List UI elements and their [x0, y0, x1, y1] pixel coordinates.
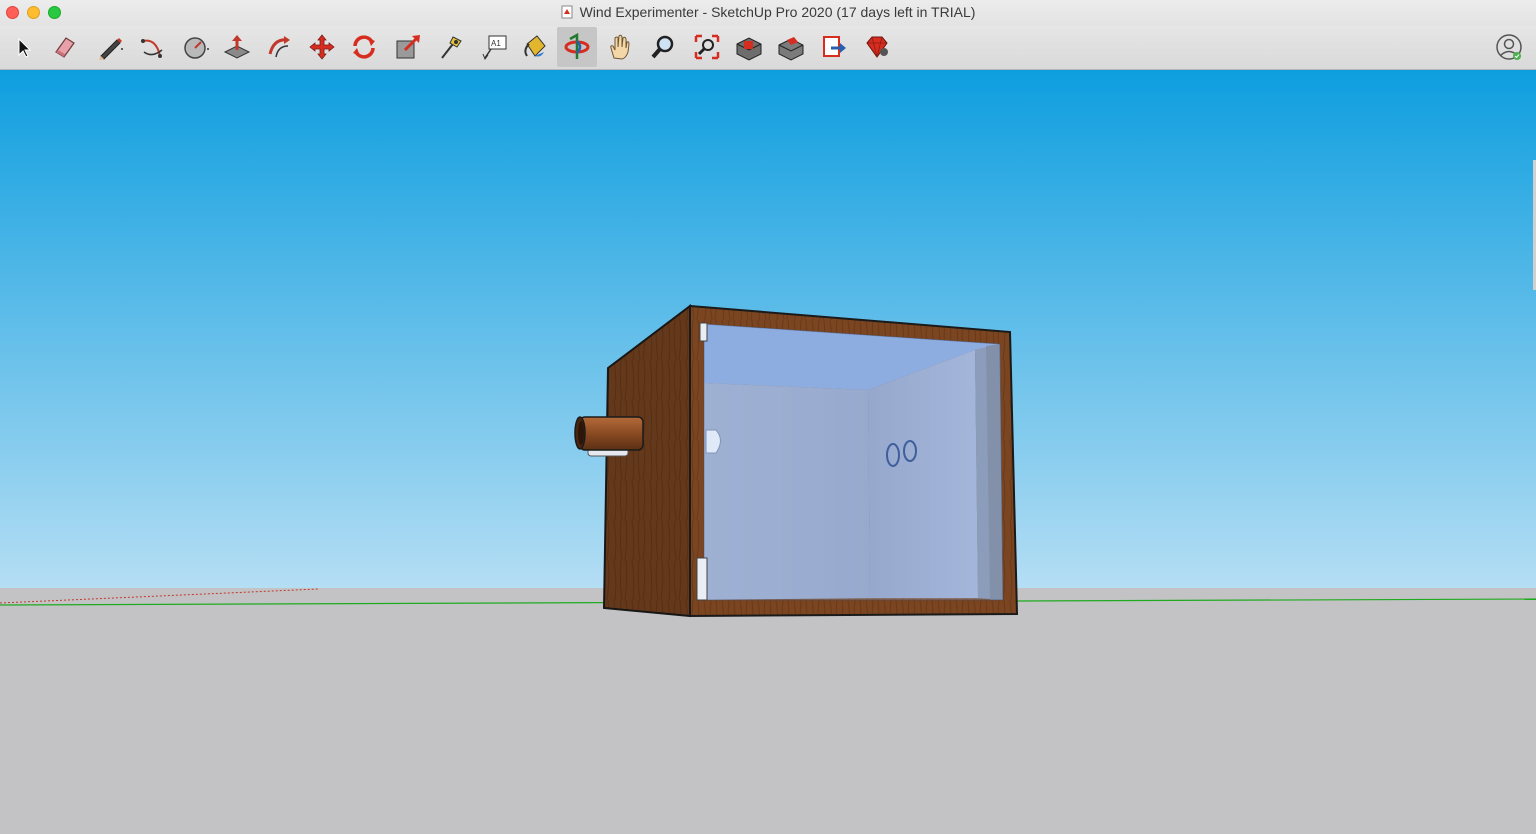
- push-pull-icon: [223, 35, 251, 59]
- move-tool-button[interactable]: [302, 27, 342, 67]
- layout-icon: [823, 36, 846, 57]
- extension-warehouse-icon: [778, 37, 804, 61]
- eraser-icon: [55, 37, 75, 58]
- text-label-icon: A1: [482, 35, 507, 61]
- model-viewport[interactable]: [0, 70, 1536, 834]
- scale-tool-button[interactable]: [388, 27, 428, 67]
- ground-plane: [0, 588, 1536, 834]
- top-hinge: [699, 322, 708, 342]
- tape-measure-tool-button[interactable]: [431, 27, 471, 67]
- bottom-hinge: [696, 557, 708, 601]
- pencil-icon: [99, 38, 123, 60]
- user-account-icon: [1496, 34, 1522, 60]
- glass-door: [703, 323, 1004, 601]
- extension-warehouse-tool-button[interactable]: [771, 27, 811, 67]
- pan-tool-button[interactable]: [600, 27, 640, 67]
- window-title-container: Wind Experimenter - SketchUp Pro 2020 (1…: [0, 4, 1536, 20]
- title-bar: Wind Experimenter - SketchUp Pro 2020 (1…: [0, 0, 1536, 26]
- warehouse-icon: [736, 37, 762, 61]
- arrow-cursor-icon: [18, 37, 32, 58]
- zoom-extents-icon: [694, 34, 720, 60]
- offset-tool-button[interactable]: [259, 27, 299, 67]
- rotate-icon: [353, 35, 375, 59]
- shapes-tool-button[interactable]: [176, 27, 216, 67]
- scene-canvas: [0, 70, 1536, 834]
- ruby-gem-icon: [866, 36, 888, 58]
- document-icon: [561, 5, 573, 19]
- 3d-warehouse-tool-button[interactable]: [729, 27, 769, 67]
- extension-manager-tool-button[interactable]: [857, 27, 897, 67]
- magnifier-icon: [651, 35, 674, 59]
- tape-measure-icon: [441, 36, 462, 59]
- window-title: Wind Experimenter - SketchUp Pro 2020 (1…: [579, 4, 976, 20]
- circle-shape-icon: [184, 37, 209, 59]
- rotate-tool-button[interactable]: [344, 27, 384, 67]
- arc-tool-button[interactable]: [133, 27, 173, 67]
- zoom-extents-tool-button[interactable]: [687, 27, 727, 67]
- inlet-pipe: [579, 416, 644, 451]
- offset-icon: [268, 36, 290, 58]
- arc-icon: [141, 39, 163, 58]
- scale-icon: [396, 35, 420, 59]
- inlet-hole: [705, 429, 721, 454]
- eraser-tool-button[interactable]: [45, 27, 85, 67]
- send-to-layout-tool-button[interactable]: [814, 27, 854, 67]
- select-tool-button[interactable]: [3, 27, 43, 67]
- line-tool-button[interactable]: [90, 27, 130, 67]
- move-arrows-icon: [309, 34, 335, 60]
- text-tool-button[interactable]: A1: [474, 27, 514, 67]
- zoom-tool-button[interactable]: [643, 27, 683, 67]
- paint-bucket-tool-button[interactable]: [514, 27, 554, 67]
- paint-bucket-icon: [524, 35, 546, 57]
- svg-text:A1: A1: [491, 39, 501, 48]
- account-button[interactable]: [1489, 27, 1529, 67]
- hand-icon: [610, 34, 630, 60]
- push-pull-tool-button[interactable]: [217, 27, 257, 67]
- large-tool-set-toolbar: A1: [0, 26, 1536, 70]
- orbit-tool-button[interactable]: [557, 27, 597, 67]
- orbit-icon: [564, 32, 590, 59]
